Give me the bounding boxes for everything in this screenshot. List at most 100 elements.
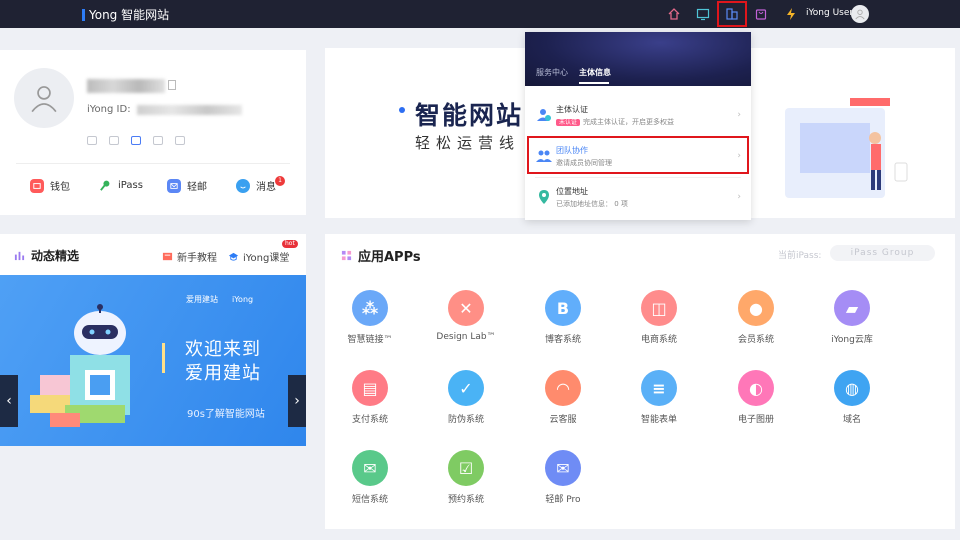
tutorial-link[interactable]: 新手教程: [162, 249, 217, 264]
app-item[interactable]: ◫ 电商系统: [614, 290, 704, 345]
divider: [16, 163, 290, 164]
hero-subtitle: 轻松运营线: [415, 134, 521, 152]
banner-title-line1: 欢迎来到: [185, 339, 261, 360]
dropdown-item-verification-title: 主体认证: [556, 105, 588, 114]
phone-icon[interactable]: [131, 136, 141, 145]
dropdown-item-address[interactable]: 位置地址 已添加地址信息： 0 项 ›: [525, 178, 751, 218]
app-item[interactable]: ≡ 智能表单: [614, 370, 704, 425]
app-item[interactable]: ◠ 云客服: [518, 370, 608, 425]
bag-icon[interactable]: [753, 6, 769, 22]
app-label: 会员系统: [737, 335, 774, 345]
account-bindings: [87, 136, 185, 145]
profile-avatar[interactable]: [14, 68, 74, 128]
dropdown-item-address-desc: 已添加地址信息： 0 项: [556, 200, 628, 208]
link-icon: ⁂: [352, 290, 388, 326]
home-icon[interactable]: [666, 6, 682, 22]
app-label: 电子图册: [737, 415, 774, 425]
dropdown-header: 服务中心 主体信息: [525, 32, 751, 86]
app-item[interactable]: ◍ 域名: [807, 370, 897, 425]
folder-icon: ▰: [834, 290, 870, 326]
active-menu-highlight: [717, 1, 747, 27]
app-item[interactable]: ● 会员系统: [711, 290, 801, 345]
monitor-icon[interactable]: [695, 6, 711, 22]
dropdown-item-verification-desc: 未认证 完成主体认证，开启更多权益: [556, 117, 674, 127]
promo-banner[interactable]: 爱用建站 iYong 欢迎来到 爱用建站 90s了解智能网站 ‹ ›: [0, 275, 306, 446]
app-item[interactable]: B 博客系统: [518, 290, 608, 345]
album-icon: ◐: [738, 370, 774, 406]
app-label: 防伪系统: [447, 415, 484, 425]
edit-icon[interactable]: [168, 80, 176, 90]
banner-prev-button[interactable]: ‹: [0, 375, 18, 427]
tab-entity-info[interactable]: 主体信息: [579, 67, 611, 78]
team-item-highlight: [527, 136, 749, 174]
quick-mail[interactable]: 轻邮: [167, 178, 207, 193]
grid-icon: [341, 250, 352, 261]
course-link[interactable]: iYong课堂: [228, 249, 289, 264]
brand-logo[interactable]: i Yong 智能网站: [82, 6, 169, 23]
key-icon: [98, 178, 112, 192]
hero-illustration: [785, 98, 908, 198]
app-item[interactable]: ✓ 防伪系统: [421, 370, 511, 425]
app-item[interactable]: ⁂ 智慧链接™: [325, 290, 415, 345]
app-label: 域名: [842, 415, 861, 425]
lightning-icon[interactable]: [783, 6, 799, 22]
hot-badge: hot: [282, 240, 298, 248]
entity-info-dropdown: 服务中心 主体信息 主体认证 未认证 完成主体认证，开启更多权益 › 团队协作 邀…: [525, 32, 751, 220]
quick-message-label: 消息: [256, 182, 276, 193]
chevron-left-icon: ‹: [6, 393, 12, 409]
dynamic-picks-header: 动态精选: [14, 247, 79, 264]
user-name[interactable]: iYong User: [806, 8, 853, 18]
profile-name-blurred: [87, 79, 165, 93]
app-item[interactable]: ▤ 支付系统: [325, 370, 415, 425]
banner-accent-line: [162, 343, 165, 373]
mail-pro-icon: ✉: [545, 450, 581, 486]
app-label: 短信系统: [351, 495, 388, 505]
ipass-selector[interactable]: iPass Group: [830, 245, 935, 261]
banner-next-button[interactable]: ›: [288, 375, 306, 427]
apps-card: 应用APPs 当前iPass: iPass Group ⁂ 智慧链接™ ✕ Desig…: [325, 234, 955, 529]
weibo-icon[interactable]: [153, 136, 163, 145]
blog-icon: B: [545, 290, 581, 326]
mail-icon: [167, 178, 181, 193]
active-tab-indicator: [579, 82, 609, 84]
app-item[interactable]: ▰ iYong云库: [807, 290, 897, 345]
ipass-label: 当前iPass:: [778, 251, 822, 261]
message-icon: [236, 178, 250, 193]
profile-id-row: iYong ID:: [87, 104, 242, 115]
app-item[interactable]: ☑ 预约系统: [421, 450, 511, 505]
verification-desc-text: 完成主体认证，开启更多权益: [583, 118, 675, 126]
quick-ipass[interactable]: iPass: [98, 178, 143, 192]
quick-wallet[interactable]: 钱包: [30, 178, 70, 193]
brand-name: Yong 智能网站: [89, 8, 170, 22]
wechat-icon[interactable]: [109, 136, 119, 145]
app-label: 支付系统: [351, 415, 388, 425]
course-label: iYong课堂: [243, 253, 290, 264]
app-label: Design Lab™: [436, 332, 496, 342]
banner-title-line2: 爱用建站: [185, 363, 261, 384]
dropdown-item-verification[interactable]: 主体认证 未认证 完成主体认证，开启更多权益 ›: [525, 96, 751, 136]
wallet-icon: [30, 178, 44, 193]
shield-icon: ✓: [448, 370, 484, 406]
link-icon[interactable]: [175, 136, 185, 145]
book-icon: [162, 252, 173, 261]
tab-service-center[interactable]: 服务中心: [536, 67, 568, 78]
quick-wallet-label: 钱包: [50, 182, 70, 193]
id-label: iYong ID:: [87, 104, 131, 115]
apps-header: 应用APPs: [341, 246, 421, 265]
card-icon[interactable]: [87, 136, 97, 145]
id-value-blurred: [136, 104, 242, 115]
app-label: 智能表单: [640, 415, 677, 425]
shop-icon: ◫: [641, 290, 677, 326]
app-item[interactable]: ✕ Design Lab™: [421, 290, 511, 342]
quick-message[interactable]: 消息: [236, 178, 276, 193]
user-avatar[interactable]: [851, 5, 869, 23]
sms-icon: ✉: [352, 450, 388, 486]
app-label: 轻邮 Pro: [545, 495, 581, 505]
app-item[interactable]: ✉ 短信系统: [325, 450, 415, 505]
pay-icon: ▤: [352, 370, 388, 406]
app-item[interactable]: ✉ 轻邮 Pro: [518, 450, 608, 505]
user-verify-icon: [537, 109, 551, 121]
app-label: 预约系统: [447, 495, 484, 505]
app-label: 智慧链接™: [347, 335, 393, 345]
app-item[interactable]: ◐ 电子图册: [711, 370, 801, 425]
